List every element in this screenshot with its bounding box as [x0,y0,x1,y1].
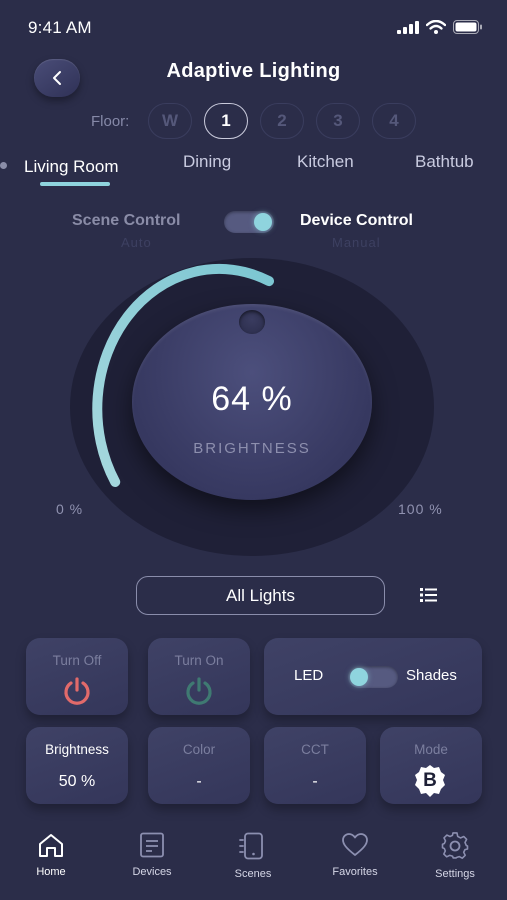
device-control-label: Device Control [300,212,413,229]
cct-tile[interactable]: CCT - [264,727,366,804]
home-icon [39,834,63,857]
status-time: 9:41 AM [28,18,92,37]
control-mode-toggle[interactable] [224,211,274,233]
color-tile-label: Color [182,742,216,757]
nav-settings[interactable]: Settings [420,832,490,880]
turn-off-label: Turn Off [52,653,102,668]
scene-control-sublabel: Auto [121,235,152,250]
floor-label: Floor: [91,113,130,130]
gear-icon [441,832,469,859]
brightness-tile[interactable]: Brightness 50 % [26,727,128,804]
page-title: Adaptive Lighting [166,60,341,82]
shades-label: Shades [406,667,457,684]
scroll-indicator-dot [0,162,7,169]
heart-icon [342,833,368,856]
scene-control-label: Scene Control [72,212,181,229]
dial-indicator [239,310,265,334]
scenes-icon [239,832,263,860]
mode-badge-value: B [423,770,437,791]
floor-option-4[interactable]: 4 [372,103,416,139]
scale-min-label: 0 % [56,501,84,517]
led-label: LED [294,667,324,684]
all-lights-button[interactable]: All Lights [136,576,385,615]
led-shades-toggle[interactable] [348,666,398,688]
tab-kitchen[interactable]: Kitchen [297,152,354,172]
floor-option-3[interactable]: 3 [316,103,360,139]
floor-option-w[interactable]: W [148,103,192,139]
nav-devices-label: Devices [132,866,172,878]
nav-home[interactable]: Home [16,832,86,878]
cct-tile-label: CCT [301,742,329,757]
status-icons [397,20,483,34]
color-tile-value: - [196,773,202,790]
led-shades-tile: LED Shades [264,638,482,715]
signal-icon [397,20,419,34]
wifi-icon [426,20,446,34]
nav-scenes-label: Scenes [234,868,272,880]
turn-on-tile[interactable]: Turn On [148,638,250,715]
mode-tile[interactable]: Mode B [380,727,482,804]
nav-settings-label: Settings [435,868,475,880]
nav-devices[interactable]: Devices [117,832,187,878]
brightness-value: 64 % [211,380,293,418]
tab-dining[interactable]: Dining [183,152,231,172]
brightness-tile-label: Brightness [45,742,109,757]
turn-off-tile[interactable]: Turn Off [26,638,128,715]
tab-living-room[interactable]: Living Room [24,157,119,177]
mode-tile-label: Mode [414,742,448,757]
toggle-knob [254,213,272,231]
devices-icon [140,832,164,858]
nav-favorites-label: Favorites [332,866,378,878]
floor-option-2[interactable]: 2 [260,103,304,139]
power-off-icon [64,677,90,705]
floor-option-1[interactable]: 1 [204,103,248,139]
tab-bathtub[interactable]: Bathtub [415,152,474,172]
list-icon[interactable] [420,588,438,602]
nav-scenes[interactable]: Scenes [218,832,288,880]
toggle-knob [350,668,368,686]
color-tile[interactable]: Color - [148,727,250,804]
brightness-tile-value: 50 % [58,773,96,790]
brightness-label: BRIGHTNESS [193,440,311,457]
battery-icon [453,20,482,34]
tab-active-underline [40,182,110,186]
power-on-icon [186,677,212,705]
device-control-sublabel: Manual [332,235,381,250]
mode-badge-icon: B [413,764,447,798]
turn-on-label: Turn On [174,653,224,668]
nav-favorites[interactable]: Favorites [320,832,390,878]
nav-home-label: Home [36,866,66,878]
cct-tile-value: - [312,773,318,790]
scale-max-label: 100 % [398,501,443,517]
